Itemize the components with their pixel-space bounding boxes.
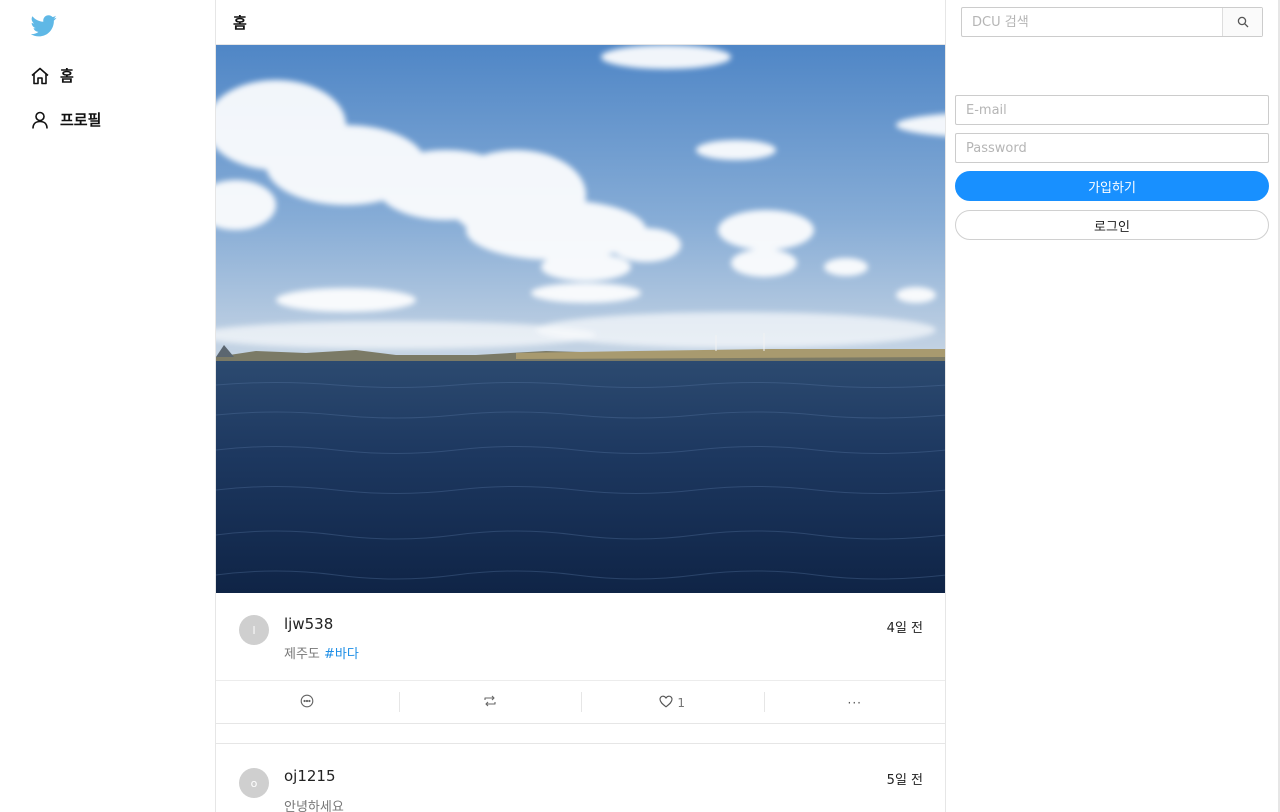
search-icon [1237,13,1249,32]
retweet-button[interactable] [398,681,582,724]
signup-button[interactable]: 가입하기 [955,171,1269,201]
post-image[interactable] [216,45,945,593]
post-card: o oj1215 5일 전 안녕하세요 [216,743,945,812]
page-header: 홈 [216,0,945,45]
login-button[interactable]: 로그인 [955,210,1269,240]
like-count: 1 [677,695,686,710]
user-icon [30,110,50,130]
retweet-icon [483,694,497,711]
email-field[interactable] [955,95,1269,125]
page-title: 홈 [233,13,247,32]
like-button[interactable]: 1 [581,681,764,724]
post-text: 안녕하세요 [284,800,344,812]
main-feed: 홈 l ljw538 4일 전 제주도 #바다 1 ··· o oj1215 5… [215,0,946,812]
comment-button[interactable] [216,681,399,724]
right-panel: 가입하기 로그인 [947,0,1280,812]
home-icon [30,66,50,86]
password-field[interactable] [955,133,1269,163]
search-box [961,7,1263,37]
post-username[interactable]: ljw538 [284,615,333,633]
post-timestamp: 5일 전 [886,773,923,788]
sidebar-item-label: 홈 [60,67,74,85]
post-username[interactable]: oj1215 [284,767,336,785]
post-actions: 1 ··· [216,680,946,724]
sidebar-item-label: 프로필 [60,111,102,129]
sidebar-item-home[interactable]: 홈 [30,65,74,86]
avatar[interactable]: o [239,768,269,798]
comment-icon [300,694,314,711]
sidebar-item-profile[interactable]: 프로필 [30,109,101,130]
heart-icon [659,695,673,711]
post-text-body: 제주도 [284,647,325,662]
more-button[interactable]: ··· [763,681,946,724]
post-timestamp: 4일 전 [886,621,923,636]
more-icon: ··· [847,695,862,710]
search-input[interactable] [962,8,1222,36]
post-text: 제주도 #바다 [284,643,359,662]
search-button[interactable] [1222,8,1262,36]
left-sidebar: 홈 프로필 [0,0,215,812]
hashtag-link[interactable]: #바다 [324,647,359,662]
bird-icon[interactable] [30,15,57,39]
post-card: l ljw538 4일 전 제주도 #바다 1 ··· [216,593,946,724]
avatar[interactable]: l [239,615,269,645]
